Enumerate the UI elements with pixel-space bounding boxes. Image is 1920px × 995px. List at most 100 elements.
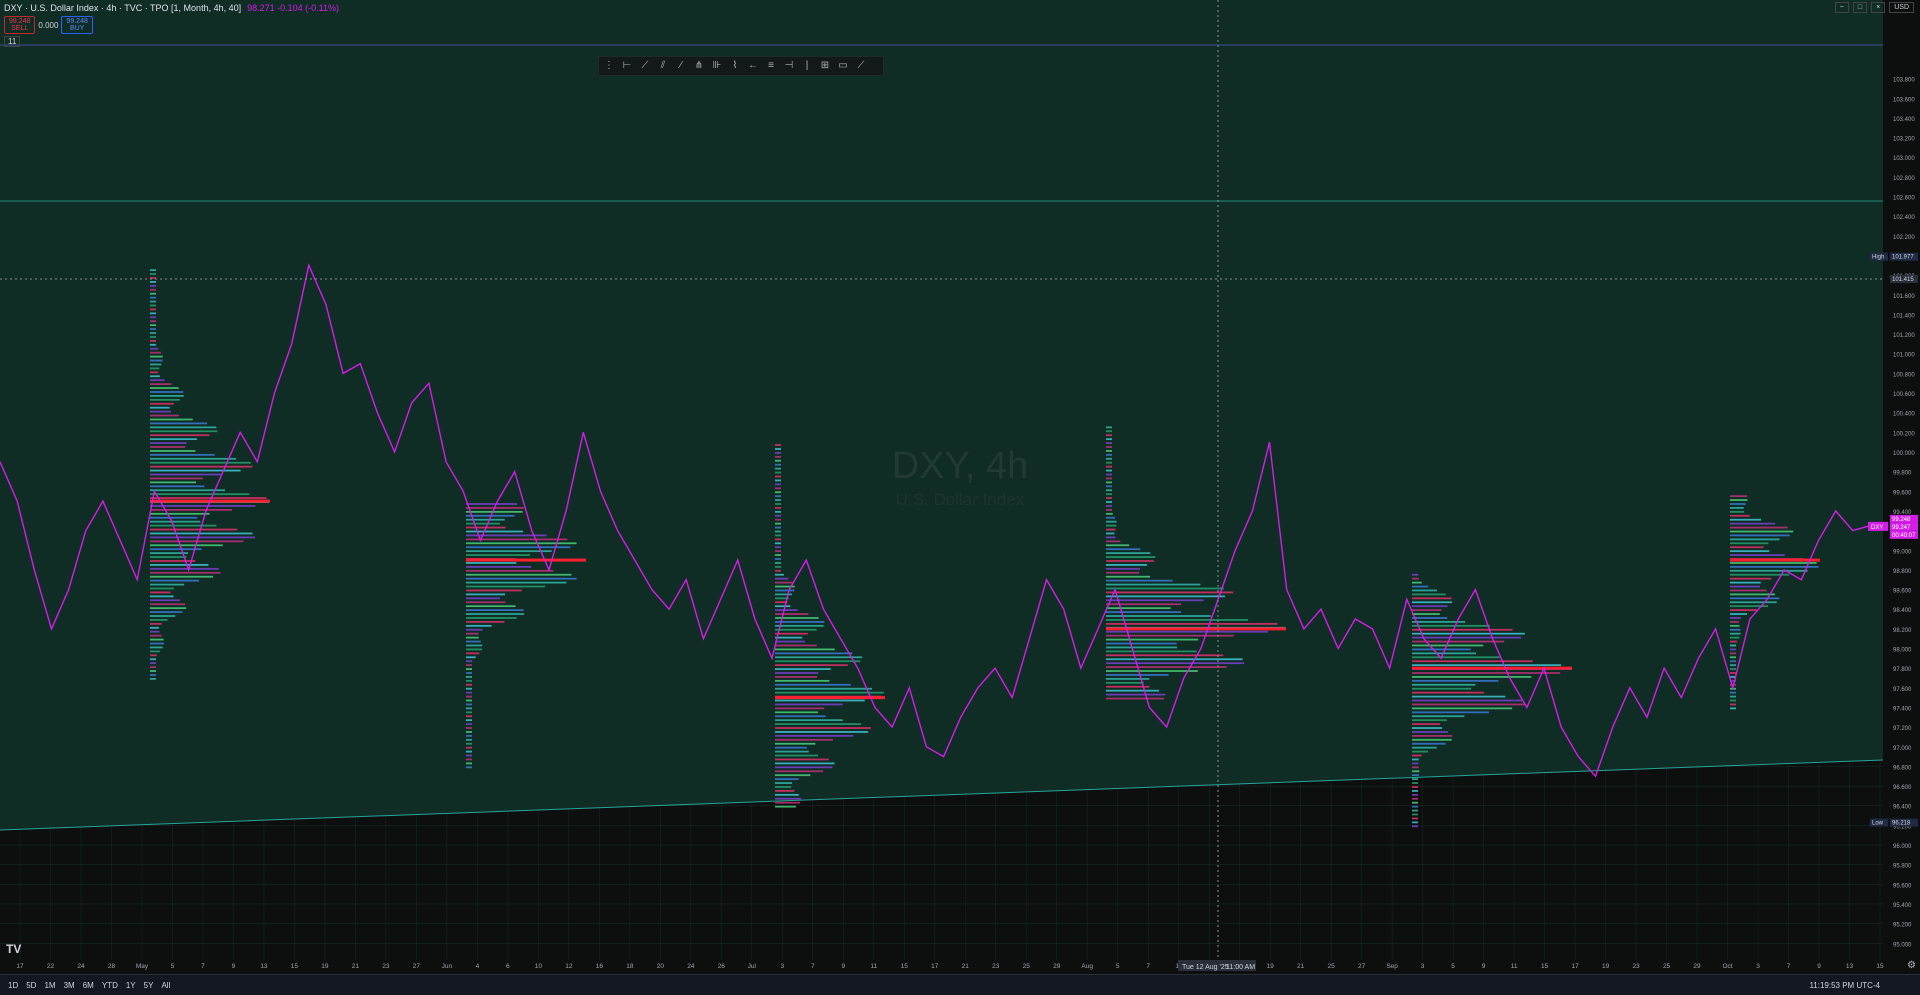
- ray-icon[interactable]: ∕: [675, 60, 687, 72]
- tpo-row: [150, 355, 163, 358]
- tpo-row: [150, 465, 253, 468]
- brush-icon[interactable]: ⌇: [729, 60, 741, 72]
- currency-button[interactable]: USD: [1889, 2, 1914, 13]
- tpo-row: [775, 526, 781, 529]
- minus-icon[interactable]: −: [1834, 2, 1849, 13]
- timeframe-5y[interactable]: 5Y: [140, 981, 158, 990]
- tpo-row: [150, 477, 203, 480]
- tpo-row: [1730, 569, 1808, 572]
- date-tick-label: 16: [596, 963, 604, 970]
- date-tick-label: 15: [1876, 963, 1884, 970]
- tpo-row: [150, 630, 160, 633]
- timeframe-5d[interactable]: 5D: [22, 981, 40, 990]
- timeframe-1m[interactable]: 1M: [40, 981, 59, 990]
- buy-button[interactable]: 99.248 BUY: [61, 16, 93, 34]
- timeframe-1d[interactable]: 1D: [4, 981, 22, 990]
- tpo-row: [775, 727, 871, 729]
- price-label-value: 101.977: [1892, 255, 1914, 261]
- vertical-line-icon[interactable]: |: [801, 60, 813, 72]
- price-tick-label: 100.200: [1893, 431, 1915, 437]
- tpo-row: [1106, 677, 1150, 680]
- tpo-row: [466, 742, 472, 745]
- tpo-row: [1106, 619, 1249, 621]
- tpo-row: [775, 676, 818, 678]
- tpo-row: [1412, 790, 1418, 792]
- tpo-row: [150, 646, 163, 649]
- tpo-row: [1106, 516, 1116, 519]
- tpo-row: [1106, 469, 1112, 472]
- tpo-row: [1106, 564, 1147, 566]
- tpo-row: [775, 542, 781, 545]
- tpo-row: [1412, 613, 1440, 615]
- symbol-title[interactable]: DXY · U.S. Dollar Index · 4h · TVC · TPO…: [4, 3, 241, 13]
- timeframe-3m[interactable]: 3M: [60, 981, 79, 990]
- pitchfork-icon[interactable]: ⋔: [693, 60, 705, 72]
- tpo-row: [775, 648, 835, 651]
- tpo-row: [466, 565, 532, 568]
- chart-canvas[interactable]: DXY, 4h U.S. Dollar Index 103.800 103.600…: [0, 0, 1920, 974]
- tpo-row: [1106, 658, 1243, 661]
- tpo-row: [775, 605, 791, 608]
- tpo-row: [1106, 434, 1112, 437]
- gear-icon[interactable]: ⚙: [1907, 960, 1916, 971]
- tpo-row: [1106, 465, 1112, 468]
- horizontal-lines-icon[interactable]: ≡: [765, 60, 777, 72]
- timeframe-1y[interactable]: 1Y: [122, 981, 140, 990]
- tpo-row: [150, 677, 156, 680]
- price-axis[interactable]: 103.800 103.600 103.400 103.200 103.000 102.8…: [1883, 0, 1920, 974]
- date-tick-label: 23: [382, 963, 390, 970]
- grid-icon[interactable]: ⊞: [819, 60, 831, 72]
- price-tick-label: 101.400: [1893, 313, 1915, 319]
- tpo-row: [466, 766, 472, 769]
- fib-icon[interactable]: ⊪: [711, 60, 723, 72]
- tpo-row: [1106, 634, 1234, 637]
- timeframe-6m[interactable]: 6M: [79, 981, 98, 990]
- line-icon[interactable]: ⟋: [855, 60, 867, 72]
- parallel-channel-icon[interactable]: ⫽: [657, 60, 669, 72]
- drag-handle-icon[interactable]: ⋮: [603, 60, 615, 72]
- tpo-row: [150, 536, 255, 539]
- tpo-row: [775, 723, 861, 725]
- close-icon[interactable]: ×: [1871, 2, 1886, 13]
- long-position-icon[interactable]: ⊢: [621, 60, 633, 72]
- tpo-row: [1730, 546, 1764, 549]
- indicator-count[interactable]: 11: [4, 36, 21, 47]
- tpo-row: [775, 746, 807, 749]
- tpo-row: [1412, 617, 1448, 619]
- tpo-row: [775, 534, 781, 537]
- timeframe-all[interactable]: All: [157, 981, 174, 990]
- tpo-row: [775, 621, 825, 623]
- timeframe-ytd[interactable]: YTD: [98, 981, 122, 990]
- date-tick-label: 23: [1632, 963, 1640, 970]
- tpo-row: [150, 446, 186, 448]
- date-tick-label: Jul: [748, 963, 757, 970]
- tpo-row: [775, 754, 819, 757]
- rectangle-icon[interactable]: ▭: [837, 60, 849, 72]
- maximize-icon[interactable]: □: [1852, 2, 1868, 13]
- measure-icon[interactable]: ⊣: [783, 60, 795, 72]
- trend-line-icon[interactable]: ⟋: [639, 60, 651, 72]
- tpo-row: [1412, 577, 1419, 580]
- tpo-row: [775, 530, 781, 533]
- tpo-row: [775, 734, 854, 737]
- price-tick-label: 96.000: [1893, 844, 1912, 850]
- tpo-row: [775, 577, 789, 580]
- price-label-name: High: [1872, 255, 1884, 261]
- tpo-row: [1730, 565, 1819, 568]
- tpo-row: [150, 351, 161, 354]
- tpo-row: [150, 599, 180, 602]
- tpo-row: [466, 668, 472, 670]
- price-tick-label: 95.200: [1893, 923, 1912, 929]
- tpo-row: [1412, 687, 1472, 690]
- tpo-row: [775, 581, 793, 584]
- tpo-row: [466, 624, 492, 627]
- tpo-row: [1730, 621, 1739, 623]
- time-axis[interactable]: 17 22 24 28 May 5 7 9 13 15 19 21 23 27 Jun 4 6 10 12 16 18 2…: [16, 963, 1884, 970]
- arrow-icon[interactable]: ←: [747, 60, 759, 72]
- sell-button[interactable]: 99.248 SELL: [4, 16, 36, 34]
- date-tick-label: 3: [1421, 963, 1425, 970]
- tpo-row: [150, 312, 156, 315]
- tpo-row: [150, 434, 210, 437]
- date-tick-label: 15: [291, 963, 299, 970]
- tpo-row: [150, 626, 159, 629]
